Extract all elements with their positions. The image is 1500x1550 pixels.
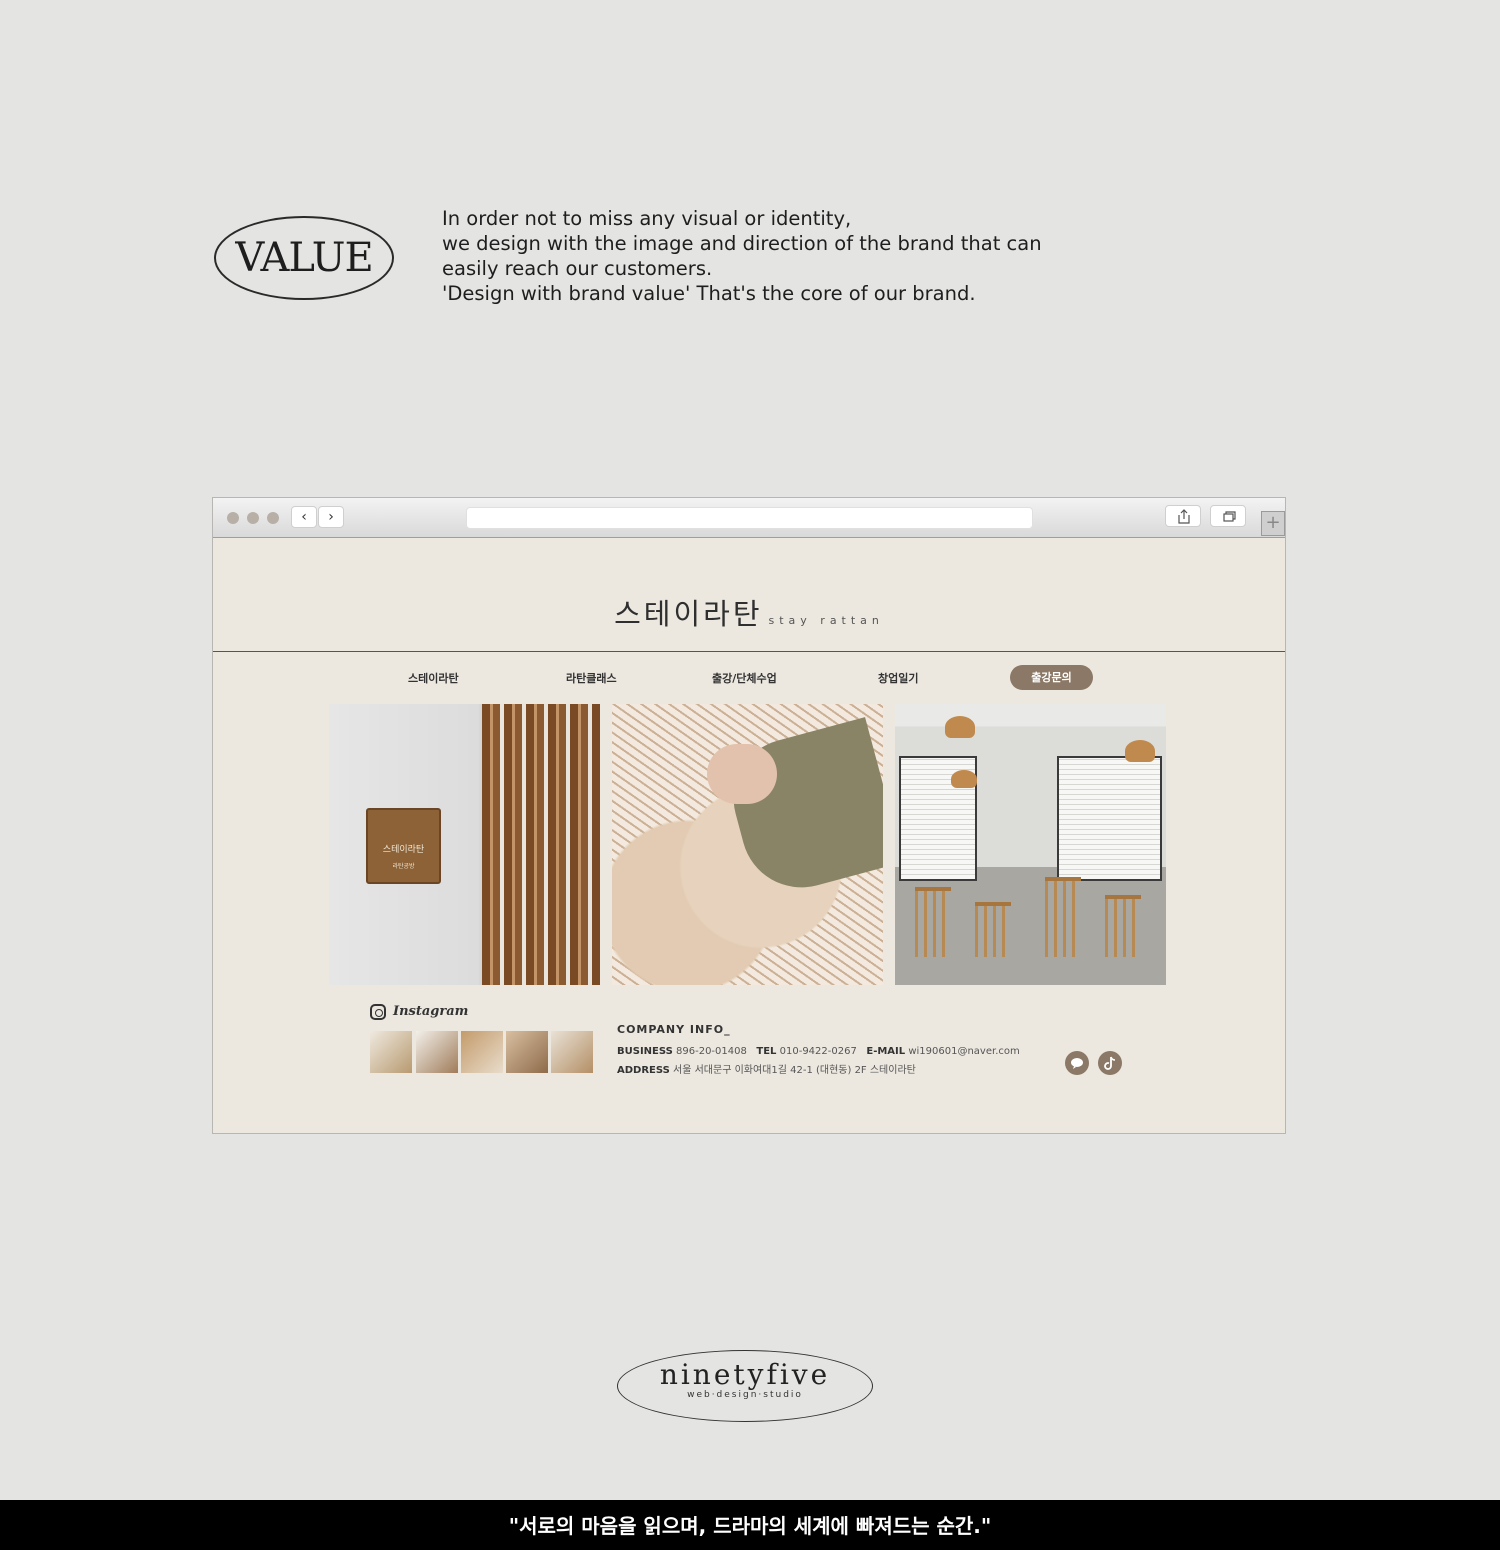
rattan-chair <box>915 887 951 957</box>
rattan-chair <box>975 902 1011 957</box>
studio-subtitle: web·design·studio <box>687 1390 803 1400</box>
window-minimize-dot[interactable] <box>247 512 259 524</box>
browser-window: ‹ › + 스테이라탄 stay rattan 스테이라탄 라탄클래스 출강/단체… <box>212 497 1286 1134</box>
instagram-label[interactable]: Instagram <box>393 1004 468 1019</box>
instagram-thumbnail[interactable] <box>506 1031 548 1073</box>
wood-slats <box>482 704 600 985</box>
rattan-chair <box>1105 895 1141 957</box>
site-logo[interactable]: 스테이라탄 stay rattan <box>213 591 1285 633</box>
photo-studio <box>895 704 1166 985</box>
value-description: In order not to miss any visual or ident… <box>442 206 1082 306</box>
kakao-icon[interactable] <box>1065 1051 1089 1075</box>
header-divider <box>213 651 1285 652</box>
nav-item-rattan-class[interactable]: 라탄클래스 <box>566 670 617 686</box>
site-logo-english: stay rattan <box>768 614 884 627</box>
address-label: ADDRESS <box>617 1065 670 1076</box>
share-button[interactable] <box>1165 505 1201 527</box>
studio-logo: ninetyfive web·design·studio <box>617 1350 873 1422</box>
share-icon <box>1178 509 1190 524</box>
weaver-hand <box>707 744 777 804</box>
photo-weaving <box>612 704 883 985</box>
value-line: we design with the image and direction o… <box>442 232 1042 255</box>
site-logo-korean: 스테이라탄 <box>614 597 763 631</box>
browser-toolbar: ‹ › + <box>213 498 1285 538</box>
instagram-icon[interactable] <box>370 1004 386 1020</box>
nav-item-group-class[interactable]: 출강/단체수업 <box>712 670 777 686</box>
tabs-button[interactable] <box>1210 505 1246 527</box>
new-tab-button[interactable]: + <box>1261 511 1285 536</box>
value-line: easily reach our customers. <box>442 257 713 280</box>
value-badge: VALUE <box>214 216 394 300</box>
address-bar[interactable] <box>466 507 1033 529</box>
rattan-lamp <box>945 716 975 738</box>
sign-title: 스테이라탄 <box>382 845 425 855</box>
tel-label: TEL <box>756 1046 777 1057</box>
email-label: E-MAIL <box>866 1046 906 1057</box>
rattan-chair <box>1045 877 1081 957</box>
nav-item-startup-diary[interactable]: 창업일기 <box>878 670 918 686</box>
window-close-dot[interactable] <box>227 512 239 524</box>
forward-button[interactable]: › <box>318 506 344 528</box>
company-info-address: ADDRESS 서울 서대문구 이화여대1길 42-1 (대현동) 2F 스테이… <box>617 1061 916 1076</box>
business-label: BUSINESS <box>617 1046 673 1057</box>
instagram-thumbnail[interactable] <box>461 1031 503 1073</box>
instagram-thumbnail[interactable] <box>551 1031 593 1073</box>
rattan-lamp <box>951 770 977 788</box>
subtitle-caption: "서로의 마음을 읽으며, 드라마의 세계에 빠져드는 순간." <box>0 1500 1500 1550</box>
tiktok-icon[interactable] <box>1098 1051 1122 1075</box>
tabs-icon <box>1223 511 1236 522</box>
chat-bubble-icon <box>1071 1058 1083 1069</box>
value-line: 'Design with brand value' That's the cor… <box>442 282 976 305</box>
business-number: 896-20-01408 <box>676 1046 747 1057</box>
rattan-lamp <box>1125 740 1155 762</box>
value-line: In order not to miss any visual or ident… <box>442 207 852 230</box>
address-value: 서울 서대문구 이화여대1길 42-1 (대현동) 2F 스테이라탄 <box>673 1065 916 1076</box>
studio-window <box>1057 756 1162 881</box>
nav-item-inquiry[interactable]: 출강문의 <box>1010 665 1093 690</box>
back-button[interactable]: ‹ <box>291 506 317 528</box>
sign-subtitle: 라탄공방 <box>392 863 415 870</box>
photo-sign: 스테이라탄라탄공방 <box>329 704 600 985</box>
music-note-icon <box>1104 1056 1116 1070</box>
company-info-contact: BUSINESS 896-20-01408 TEL 010-9422-0267 … <box>617 1046 1020 1057</box>
instagram-thumbnail[interactable] <box>370 1031 412 1073</box>
studio-name: ninetyfive <box>659 1358 831 1391</box>
email-address[interactable]: wi190601@naver.com <box>908 1046 1019 1057</box>
wooden-sign: 스테이라탄라탄공방 <box>366 808 441 884</box>
tel-number: 010-9422-0267 <box>779 1046 857 1057</box>
nav-item-stayrattan[interactable]: 스테이라탄 <box>408 670 459 686</box>
window-zoom-dot[interactable] <box>267 512 279 524</box>
instagram-thumbnail[interactable] <box>416 1031 458 1073</box>
company-info-title: COMPANY INFO_ <box>617 1023 731 1036</box>
